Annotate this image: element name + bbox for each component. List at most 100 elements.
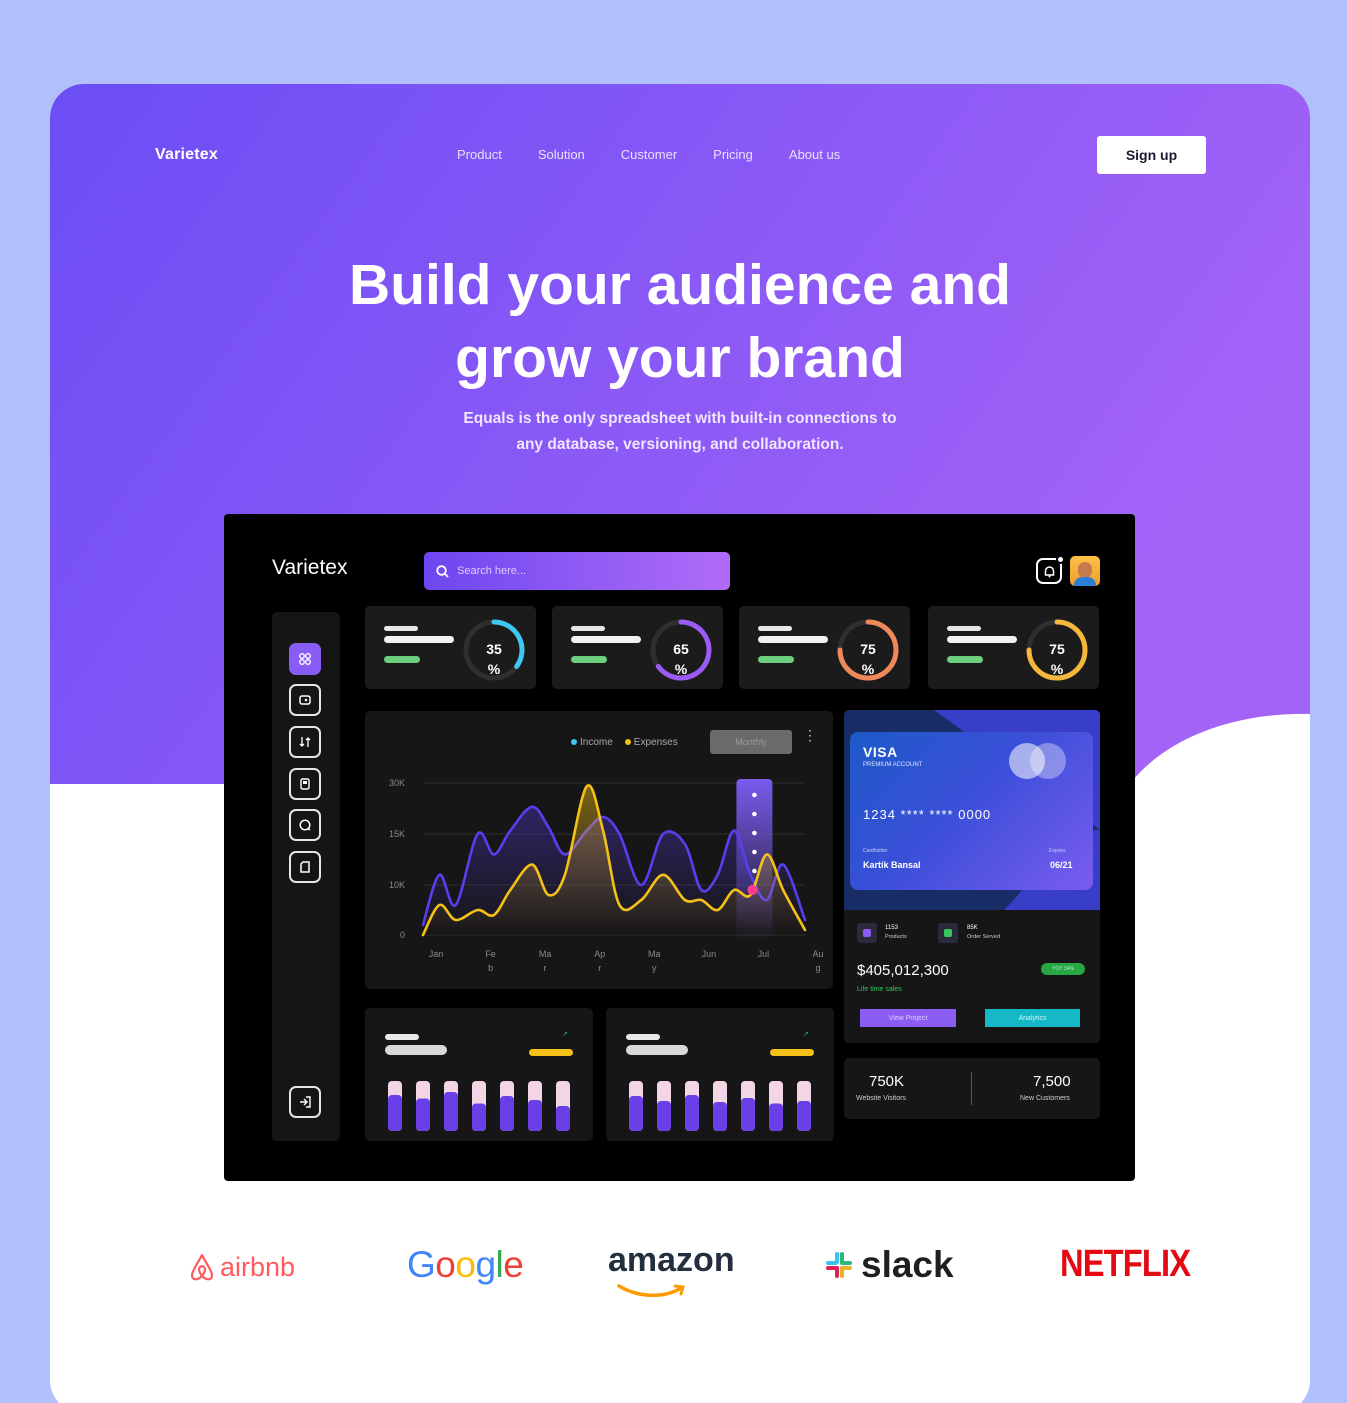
view-project-button[interactable]: View Project xyxy=(860,1009,956,1027)
dashboard-sidebar xyxy=(272,612,340,1141)
divider xyxy=(971,1072,972,1105)
search-icon xyxy=(436,564,449,578)
stat-value-2: 65% xyxy=(673,641,689,677)
calculator-icon[interactable] xyxy=(289,768,321,800)
highlight-dot xyxy=(752,792,757,798)
bar-fill xyxy=(657,1101,671,1131)
bar-fill xyxy=(629,1096,643,1131)
bar-fill xyxy=(472,1103,486,1131)
mini-bar-chart-2 xyxy=(629,1081,811,1131)
dashboard-preview: Varietex Search here... 35 % 65 % 75 % 7… xyxy=(224,514,1135,1181)
x-tick-label: r xyxy=(598,963,601,973)
orders-value: 85K xyxy=(967,925,978,931)
bar-panel-2: ↗ xyxy=(606,1008,834,1141)
stat-card-4: 75% xyxy=(928,606,1099,689)
products-label: Products xyxy=(885,934,907,940)
google-letter: o xyxy=(455,1244,476,1285)
slack-icon xyxy=(826,1252,852,1278)
highlight-dot xyxy=(752,868,757,874)
bar-fill xyxy=(797,1101,811,1131)
bar-fill xyxy=(500,1096,514,1131)
notification-icon[interactable] xyxy=(1036,555,1065,584)
nav-link-solution[interactable]: Solution xyxy=(538,147,585,162)
stat-card-1: 35% xyxy=(365,606,536,689)
selected-point-marker[interactable] xyxy=(747,885,758,895)
bar-fill xyxy=(416,1098,430,1131)
airbnb-wordmark: airbnb xyxy=(220,1251,296,1282)
card-number: 1234 **** **** 0000 xyxy=(863,807,992,822)
trend-up-icon: ↗ xyxy=(803,1031,809,1038)
expiry-label: Expires xyxy=(1049,848,1066,854)
x-tick-label: Fe xyxy=(485,949,496,959)
google-letter: G xyxy=(407,1244,436,1285)
airbnb-icon xyxy=(190,1253,214,1281)
transfer-icon[interactable] xyxy=(289,726,321,758)
nav-link-customer[interactable]: Customer xyxy=(621,147,677,162)
y-tick-label: 15K xyxy=(389,829,405,839)
nav-link-pricing[interactable]: Pricing xyxy=(713,147,753,162)
bar-fill xyxy=(528,1100,542,1131)
x-tick-label: Ap xyxy=(594,949,605,959)
x-tick-label: Au xyxy=(812,949,823,959)
products-value: 1153 xyxy=(885,925,898,931)
chat-icon[interactable] xyxy=(289,809,321,841)
nav-link-product[interactable]: Product xyxy=(457,147,502,162)
bar-fill xyxy=(685,1095,699,1131)
dashboard-logo: Varietex xyxy=(272,556,348,579)
notification-dot xyxy=(1056,555,1065,564)
logout-icon[interactable] xyxy=(289,1086,321,1118)
bar-fill xyxy=(444,1092,458,1131)
brand-logo[interactable]: Varietex xyxy=(155,146,218,164)
amazon-logo: amazon xyxy=(608,1241,735,1279)
x-tick-label: g xyxy=(815,963,820,973)
subtitle-line-2: any database, versioning, and collaborat… xyxy=(516,436,844,453)
card-chip-icon-overlap xyxy=(1030,743,1066,779)
google-logo: Google xyxy=(407,1244,524,1286)
airbnb-logo: airbnb xyxy=(188,1251,295,1283)
analytics-button[interactable]: Analytics xyxy=(985,1009,1080,1027)
more-options-icon[interactable]: ⋮ xyxy=(803,728,817,742)
yoy-badge: YOY 34% xyxy=(1041,963,1085,975)
period-dropdown[interactable]: Monthly xyxy=(710,730,792,754)
amazon-smile-icon xyxy=(617,1284,685,1297)
grid-icon[interactable] xyxy=(289,643,321,675)
highlight-dot xyxy=(752,849,757,855)
main-nav: Product Solution Customer Pricing About … xyxy=(457,147,840,162)
wallet-icon[interactable] xyxy=(289,684,321,716)
headline-line-1: Build your audience and xyxy=(349,253,1011,317)
new-customers-value: 7,500 xyxy=(1033,1073,1071,1090)
x-tick-label: Ma xyxy=(539,949,552,959)
website-visitors-value: 750K xyxy=(869,1073,905,1090)
cardholder-name: Kartik Bansal xyxy=(863,860,921,870)
bar-fill xyxy=(556,1106,570,1131)
dashboard-search[interactable] xyxy=(424,552,730,590)
legend-expenses: Expenses xyxy=(624,737,678,748)
avatar[interactable] xyxy=(1070,556,1100,586)
bar-fill xyxy=(741,1098,755,1131)
google-letter: o xyxy=(435,1244,456,1285)
x-tick-label: Jan xyxy=(429,949,444,959)
landing-page: Varietex Product Solution Customer Prici… xyxy=(50,84,1310,1403)
mini-bar-chart-1 xyxy=(388,1081,570,1131)
y-tick-label: 0 xyxy=(400,930,405,940)
lifetime-sales-label: Life time sales xyxy=(857,986,902,993)
bar-fill xyxy=(713,1102,727,1131)
x-tick-label: Ma xyxy=(648,949,661,959)
trend-up-icon: ↗ xyxy=(562,1031,568,1038)
nav-link-about-us[interactable]: About us xyxy=(789,147,840,162)
slack-logo: slack xyxy=(823,1244,954,1286)
google-letter: e xyxy=(503,1244,524,1285)
x-tick-label: Jun xyxy=(702,949,717,959)
x-tick-label: b xyxy=(488,963,493,973)
card-brand: VISA xyxy=(863,744,898,760)
visitors-customers-panel: 750K Website Visitors 7,500 New Customer… xyxy=(844,1058,1100,1119)
card-type: PREMIUM ACCOUNT xyxy=(863,762,923,768)
sign-up-button[interactable]: Sign up xyxy=(1097,136,1206,174)
bar-fill xyxy=(769,1103,783,1131)
search-input[interactable] xyxy=(457,565,697,577)
document-icon[interactable] xyxy=(289,851,321,883)
slack-wordmark: slack xyxy=(861,1244,954,1285)
orders-label: Order Served xyxy=(967,934,1001,940)
hero-headline: Build your audience and grow your brand xyxy=(50,249,1310,395)
x-tick-label: r xyxy=(544,963,547,973)
